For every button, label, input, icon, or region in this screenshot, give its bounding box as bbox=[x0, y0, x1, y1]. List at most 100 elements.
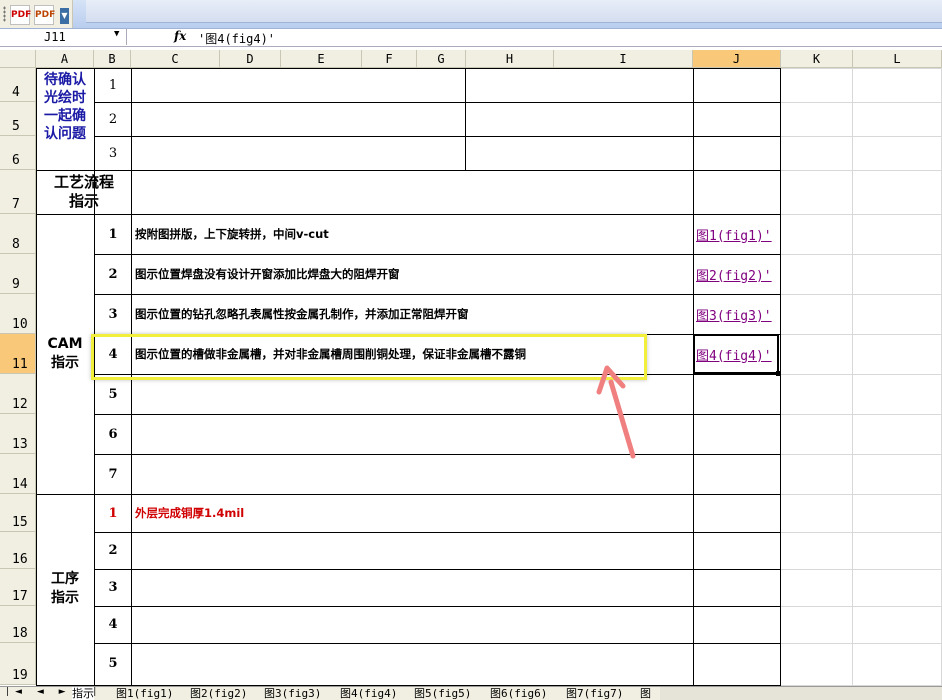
row-header-4[interactable]: 4 bbox=[0, 68, 36, 102]
gridline-h bbox=[781, 374, 942, 375]
row-number: 19 bbox=[12, 668, 28, 683]
formula-input[interactable]: '图4(fig4)' bbox=[198, 30, 275, 47]
border-h bbox=[94, 136, 781, 137]
row-header-11[interactable]: 11 bbox=[0, 334, 36, 374]
row-number: 13 bbox=[12, 437, 28, 452]
cam-link-fig2[interactable]: 图2(fig2)' bbox=[694, 254, 780, 294]
row-number: 16 bbox=[12, 552, 28, 567]
toolbar-grip[interactable] bbox=[3, 6, 6, 22]
column-header-f[interactable]: F bbox=[362, 50, 417, 68]
row-number: 6 bbox=[12, 153, 20, 168]
row-header-5[interactable]: 5 bbox=[0, 102, 36, 136]
name-box-dropdown-icon[interactable]: ▼ bbox=[114, 29, 119, 39]
sheet-tab-0[interactable]: 指示 bbox=[72, 687, 94, 700]
formula-bar: J11 ▼ fx '图4(fig4)' bbox=[0, 29, 942, 47]
proc-num-2: 2 bbox=[108, 543, 118, 558]
column-header-i[interactable]: I bbox=[554, 50, 693, 68]
pdf-convert-icon[interactable]: PDF bbox=[10, 5, 31, 25]
pdf-settings-icon[interactable]: PDF bbox=[34, 5, 55, 25]
gridline-h bbox=[781, 214, 942, 215]
border-h bbox=[94, 569, 781, 570]
gridline-h bbox=[781, 68, 942, 69]
row-header-14[interactable]: 14 bbox=[0, 454, 36, 494]
row-header-19[interactable]: 19 bbox=[0, 643, 36, 685]
column-header-e[interactable]: E bbox=[281, 50, 362, 68]
fill-handle[interactable] bbox=[776, 371, 781, 376]
active-cell-selection[interactable] bbox=[693, 334, 779, 374]
row-header-6[interactable]: 6 bbox=[0, 136, 36, 170]
column-header-d[interactable]: D bbox=[220, 50, 281, 68]
row-number: 15 bbox=[12, 515, 28, 530]
proc-label: 工序 指示 bbox=[51, 571, 79, 606]
row-header-10[interactable]: 10 bbox=[0, 294, 36, 334]
gridline-h bbox=[781, 294, 942, 295]
row-header-13[interactable]: 13 bbox=[0, 414, 36, 454]
cam-item-1[interactable]: 按附图拼版，上下旋转拼，中间v-cut bbox=[131, 214, 693, 254]
row-number: 5 bbox=[12, 119, 20, 134]
column-header-g[interactable]: G bbox=[417, 50, 466, 68]
sheet-tab-7[interactable]: 图7(fig7) bbox=[566, 687, 623, 700]
cam-num-1: 1 bbox=[108, 226, 118, 242]
proc-num-4: 4 bbox=[108, 617, 118, 632]
row-number: 12 bbox=[12, 397, 28, 412]
cam-num-6: 6 bbox=[108, 426, 118, 442]
row-header-8[interactable]: 8 bbox=[0, 214, 36, 254]
border-v bbox=[780, 68, 781, 685]
row-number: 11 bbox=[12, 357, 28, 372]
column-header-k[interactable]: K bbox=[781, 50, 853, 68]
sheet-tab-8[interactable]: 图 bbox=[640, 687, 651, 700]
sheet-tab-6[interactable]: 图6(fig6) bbox=[490, 687, 547, 700]
column-header-a[interactable]: A bbox=[36, 50, 94, 68]
gridline-h bbox=[781, 170, 942, 171]
border-h bbox=[94, 68, 781, 69]
row-header-7[interactable]: 7 bbox=[0, 170, 36, 214]
gridline-h bbox=[781, 136, 942, 137]
toolbar-left: PDF PDF ▼ bbox=[0, 0, 73, 28]
proc-num-3: 3 bbox=[108, 580, 118, 595]
column-header-b[interactable]: B bbox=[94, 50, 131, 68]
confirm-num-2: 2 bbox=[108, 111, 118, 127]
horizontal-scrollbar[interactable] bbox=[660, 686, 942, 700]
row-header-16[interactable]: 16 bbox=[0, 532, 36, 569]
column-header-j[interactable]: J bbox=[693, 50, 781, 68]
border-h bbox=[94, 643, 781, 644]
confirm-num-3: 3 bbox=[108, 145, 118, 161]
gridline-h bbox=[781, 569, 942, 570]
confirm-num-1: 1 bbox=[108, 77, 118, 93]
border-h bbox=[94, 606, 781, 607]
row-header-17[interactable]: 17 bbox=[0, 569, 36, 606]
gridline-h bbox=[781, 254, 942, 255]
row-header-9[interactable]: 9 bbox=[0, 254, 36, 294]
gridline-h bbox=[781, 454, 942, 455]
gridline-h bbox=[781, 532, 942, 533]
row-header-12[interactable]: 12 bbox=[0, 374, 36, 414]
row-number: 10 bbox=[12, 317, 28, 332]
name-box[interactable]: J11 ▼ bbox=[2, 29, 127, 45]
proc-item-1[interactable]: 外层完成铜厚1.4mil bbox=[131, 494, 693, 532]
arrow-annotation-icon bbox=[596, 365, 636, 459]
column-header-c[interactable]: C bbox=[131, 50, 220, 68]
row-header-18[interactable]: 18 bbox=[0, 606, 36, 643]
gridline-h bbox=[781, 643, 942, 644]
toolbar-options-icon[interactable]: ▼ bbox=[60, 8, 69, 24]
cam-num-3: 3 bbox=[108, 306, 118, 322]
sheet-tab-1[interactable]: 图1(fig1) bbox=[116, 687, 173, 700]
insert-function-icon[interactable]: fx bbox=[174, 29, 186, 43]
sheet-tab-5[interactable]: 图5(fig5) bbox=[414, 687, 471, 700]
cam-link-fig3[interactable]: 图3(fig3)' bbox=[694, 294, 780, 334]
column-header-l[interactable]: L bbox=[853, 50, 942, 68]
column-header-h[interactable]: H bbox=[466, 50, 554, 68]
cam-num-2: 2 bbox=[108, 266, 118, 282]
row-header-15[interactable]: 15 bbox=[0, 494, 36, 532]
sheet-tab-2[interactable]: 图2(fig2) bbox=[190, 687, 247, 700]
sheet-tab-3[interactable]: 图3(fig3) bbox=[264, 687, 321, 700]
row-number: 7 bbox=[12, 197, 20, 212]
cam-link-fig1[interactable]: 图1(fig1)' bbox=[694, 214, 780, 254]
gridline-h bbox=[781, 102, 942, 103]
sheet-tab-4[interactable]: 图4(fig4) bbox=[340, 687, 397, 700]
row-number: 18 bbox=[12, 626, 28, 641]
cam-item-3[interactable]: 图示位置的钻孔忽略孔表属性按金属孔制作，并添加正常阻焊开窗 bbox=[131, 294, 693, 334]
select-all-corner[interactable] bbox=[0, 50, 36, 68]
cam-item-2[interactable]: 图示位置焊盘没有设计开窗添加比焊盘大的阻焊开窗 bbox=[131, 254, 693, 294]
gridline-h bbox=[781, 414, 942, 415]
